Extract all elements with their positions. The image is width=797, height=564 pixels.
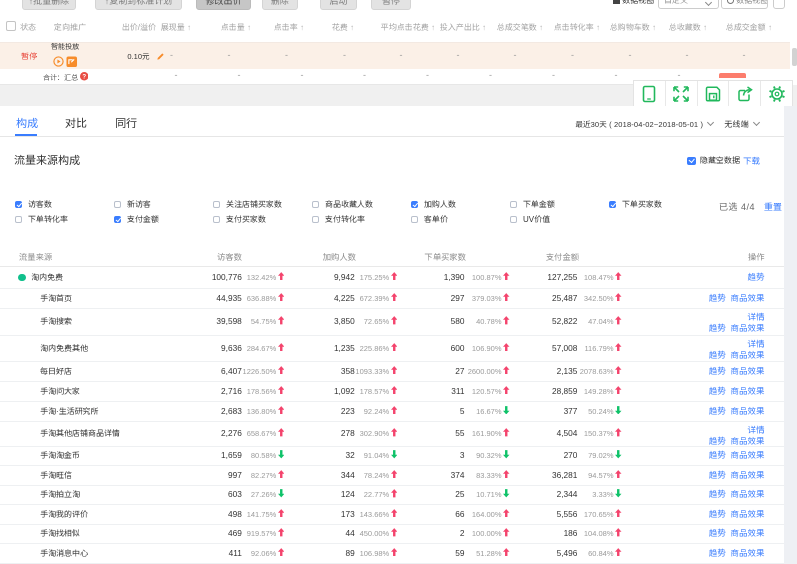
svg-text:?: ? <box>82 73 86 80</box>
